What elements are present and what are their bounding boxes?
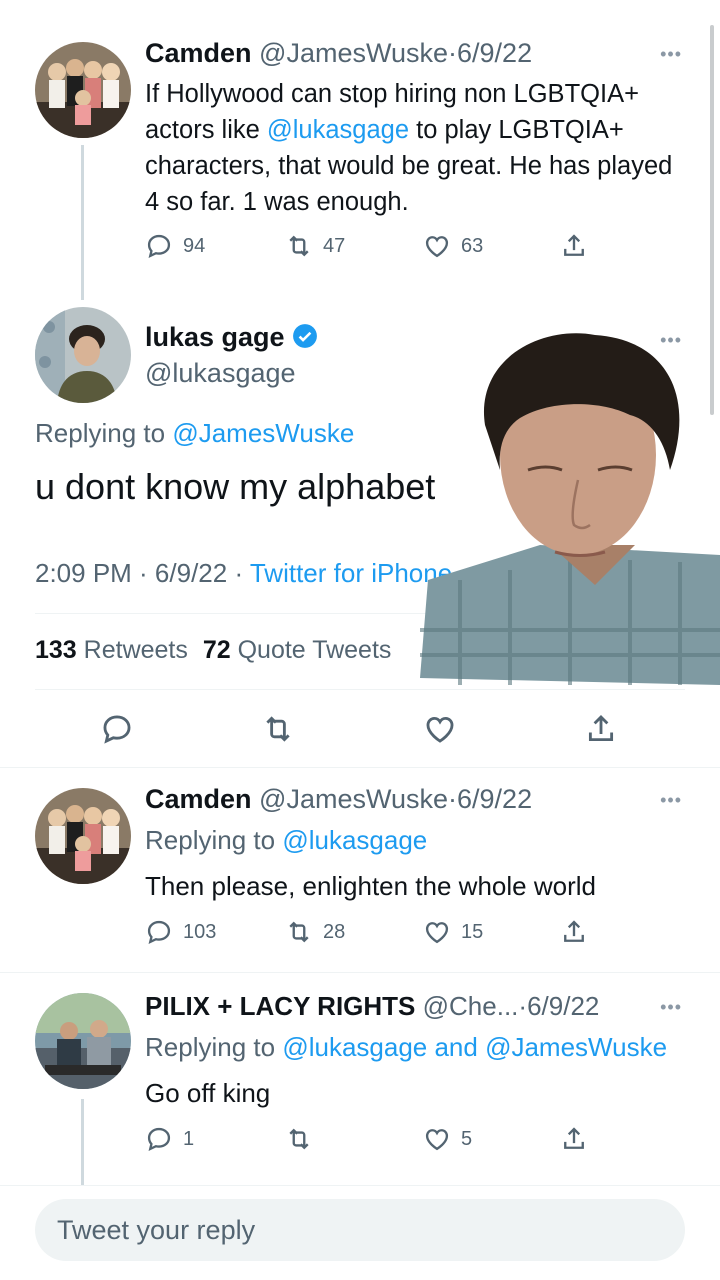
- retweet-button[interactable]: [261, 712, 295, 751]
- heart-icon: [425, 1129, 449, 1151]
- retweet-count: 28: [323, 920, 346, 943]
- like-count: 15: [461, 920, 484, 943]
- like-button[interactable]: 63: [423, 232, 483, 260]
- handle[interactable]: @lukasgage: [145, 358, 296, 389]
- verified-badge-icon: [292, 323, 318, 356]
- handle[interactable]: @JamesWuske: [259, 784, 448, 814]
- reply-tweet[interactable]: PILIX + LACY RIGHTS @Che...·6/9/22 ••• R…: [0, 973, 720, 1185]
- reply-icon: [147, 920, 171, 945]
- heart-icon: [425, 236, 449, 258]
- tweet-date[interactable]: 6/9/22: [457, 784, 532, 814]
- retweet-icon: [289, 235, 309, 257]
- heart-icon: [425, 922, 449, 944]
- display-name[interactable]: Camden: [145, 784, 252, 814]
- quotes-stat[interactable]: 72 Quote Tweets: [203, 636, 392, 664]
- reply-icon: [103, 715, 131, 744]
- date-separator: ·: [448, 38, 458, 68]
- share-button[interactable]: [560, 1125, 588, 1153]
- share-icon: [564, 234, 584, 256]
- parent-tweet[interactable]: Camden @JamesWuske·6/9/22 ••• If Hollywo…: [0, 0, 720, 300]
- reply-button[interactable]: [100, 712, 134, 751]
- retweet-icon: [289, 1128, 309, 1150]
- divider: [0, 1185, 720, 1186]
- reply-input[interactable]: Tweet your reply: [35, 1199, 685, 1261]
- replying-to-link[interactable]: @lukasgage: [282, 1032, 427, 1062]
- avatar[interactable]: [35, 993, 131, 1089]
- share-icon: [564, 920, 584, 942]
- thread-line: [81, 1099, 84, 1185]
- retweet-button[interactable]: [285, 1125, 323, 1153]
- thread-line: [81, 145, 84, 300]
- tweet-header: Camden @JamesWuske·6/9/22: [145, 784, 532, 815]
- reply-icon: [147, 1127, 171, 1152]
- display-name[interactable]: lukas gage: [145, 322, 285, 352]
- reply-button[interactable]: 1: [145, 1125, 194, 1153]
- tweet-actions: 103 28 15: [145, 918, 605, 954]
- share-icon: [588, 714, 614, 742]
- retweet-icon: [266, 716, 290, 742]
- tweet-actions: 94 47 63: [145, 232, 605, 268]
- reply-count: 103: [183, 920, 217, 943]
- replying-to-link[interactable]: @JamesWuske: [172, 418, 354, 448]
- like-button[interactable]: [423, 712, 457, 751]
- replying-to-link[interactable]: @JamesWuske: [485, 1032, 667, 1062]
- retweet-button[interactable]: 47: [285, 232, 345, 260]
- more-icon[interactable]: •••: [660, 44, 682, 65]
- more-icon[interactable]: •••: [660, 790, 682, 811]
- tweet-date[interactable]: 6/9/22: [457, 38, 532, 68]
- reply-count: 94: [183, 234, 206, 257]
- reply-count: 1: [183, 1127, 195, 1150]
- reply-button[interactable]: 103: [145, 918, 216, 946]
- tweet-text: Go off king: [145, 1078, 271, 1108]
- tweet-date[interactable]: 6/9/22: [527, 991, 599, 1021]
- scrollbar[interactable]: [710, 25, 714, 415]
- reply-icon: [147, 234, 171, 259]
- reply-tweet[interactable]: Camden @JamesWuske·6/9/22 ••• Replying t…: [0, 768, 720, 972]
- tweet-text: If Hollywood can stop hiring non LGBTQIA…: [145, 80, 673, 216]
- face-sticker-overlay: [420, 330, 720, 685]
- like-count: 63: [461, 234, 484, 257]
- share-button[interactable]: [560, 232, 588, 260]
- like-button[interactable]: 15: [423, 918, 483, 946]
- tweet-header: Camden @JamesWuske·6/9/22: [145, 38, 532, 69]
- replying-to: Replying to @lukasgage: [145, 825, 428, 855]
- display-name[interactable]: Camden: [145, 38, 252, 68]
- tweet-actions: 1 5: [145, 1125, 605, 1161]
- tweet-text: Then please, enlighten the whole world: [145, 871, 596, 901]
- share-icon: [564, 1127, 584, 1149]
- avatar[interactable]: [35, 307, 131, 403]
- like-count: 5: [461, 1127, 473, 1150]
- replying-to: Replying to @lukasgage and @JamesWuske: [145, 1032, 668, 1062]
- tweet-header: lukas gage: [145, 322, 318, 356]
- date-separator: ·: [518, 991, 528, 1021]
- retweets-stat[interactable]: 133 Retweets: [35, 636, 188, 664]
- divider: [35, 689, 685, 690]
- replying-to: Replying to @JamesWuske: [35, 418, 355, 448]
- like-button[interactable]: 5: [423, 1125, 472, 1153]
- heart-icon: [426, 716, 454, 743]
- handle[interactable]: @JamesWuske: [259, 38, 448, 68]
- avatar[interactable]: [35, 788, 131, 884]
- retweet-button[interactable]: 28: [285, 918, 345, 946]
- engagement-stats: 133 Retweets 72 Quote Tweets: [35, 636, 391, 665]
- tweet-meta: 2:09 PM · 6/9/22 · Twitter for iPhone: [35, 558, 452, 589]
- share-button[interactable]: [584, 712, 618, 751]
- avatar[interactable]: [35, 42, 131, 138]
- handle[interactable]: @Che...: [423, 991, 519, 1021]
- retweet-count: 47: [323, 234, 346, 257]
- tweet-text: u dont know my alphabet: [35, 466, 436, 507]
- more-icon[interactable]: •••: [660, 997, 682, 1018]
- tweet-header: PILIX + LACY RIGHTS @Che...·6/9/22: [145, 991, 599, 1022]
- retweet-icon: [289, 921, 309, 943]
- mention-link[interactable]: @lukasgage: [267, 116, 409, 144]
- reply-button[interactable]: 94: [145, 232, 205, 260]
- tweet-time[interactable]: 2:09 PM · 6/9/22 ·: [35, 558, 250, 588]
- date-separator: ·: [448, 784, 458, 814]
- display-name[interactable]: PILIX + LACY RIGHTS: [145, 991, 415, 1021]
- share-button[interactable]: [560, 918, 588, 946]
- replying-to-link[interactable]: @lukasgage: [282, 825, 427, 855]
